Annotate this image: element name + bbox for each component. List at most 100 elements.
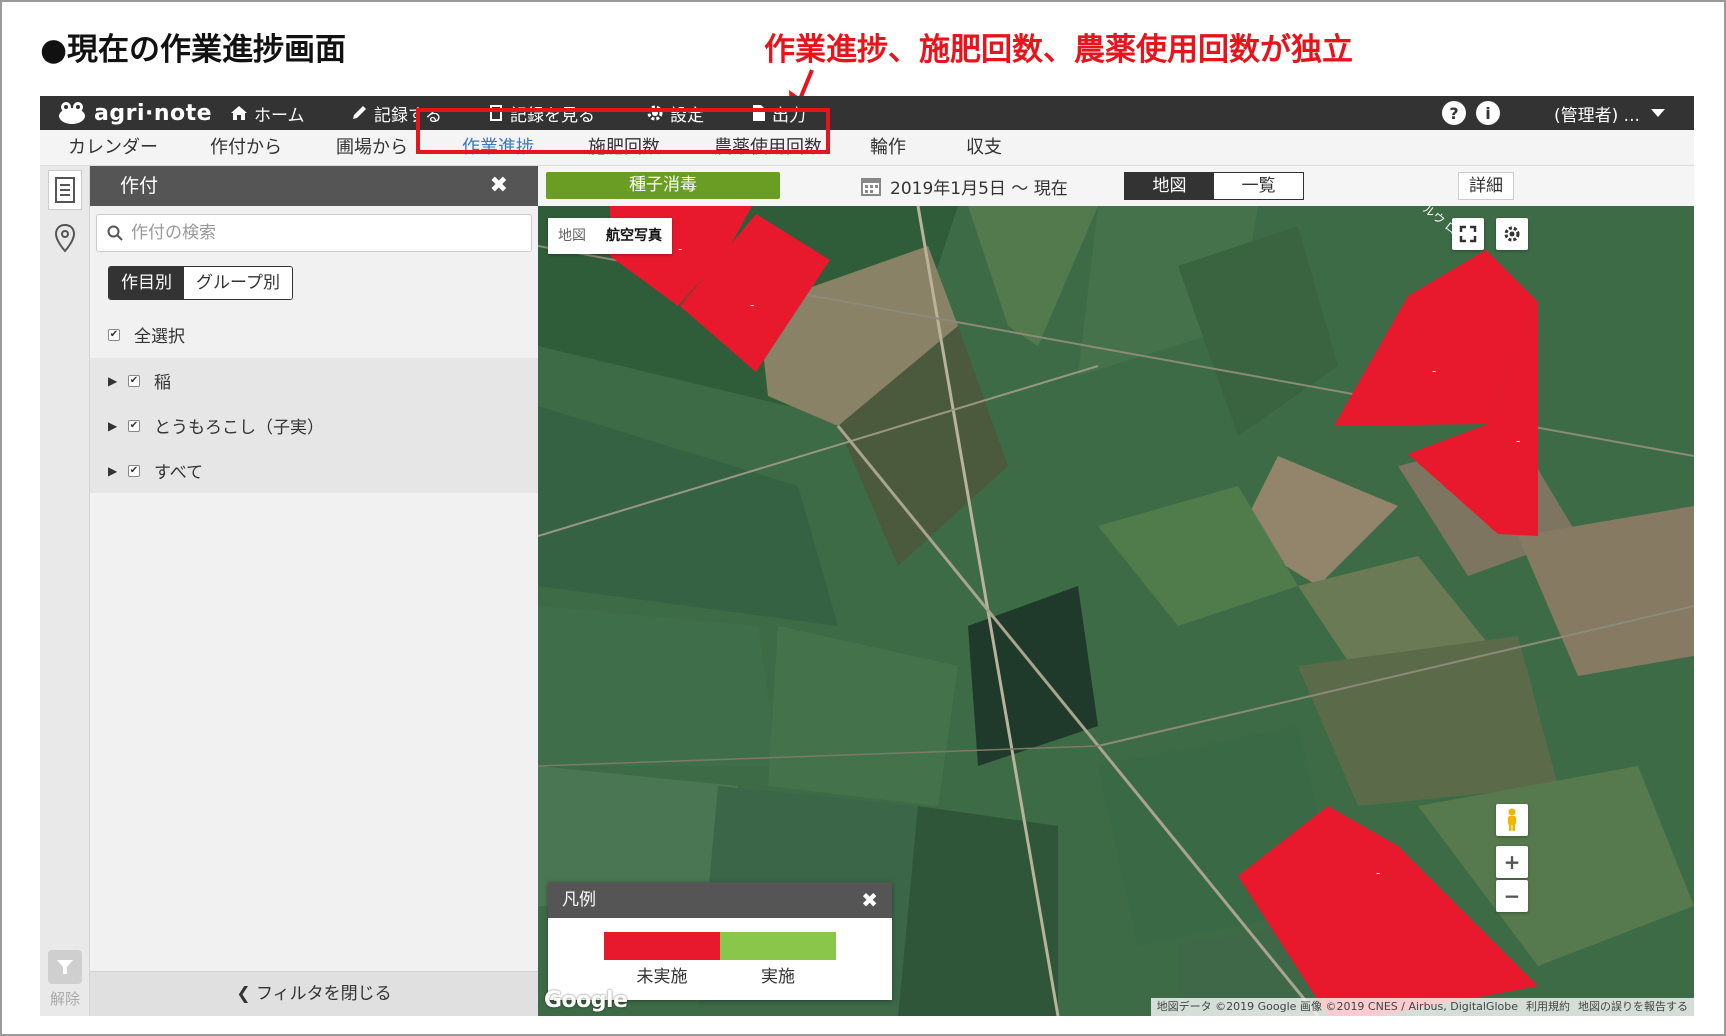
location-button[interactable]	[48, 218, 82, 258]
field-marker: -	[1432, 364, 1437, 378]
filter-release-label: 解除	[49, 990, 80, 1008]
help-icons: ? i	[1442, 101, 1500, 125]
google-logo: Google	[544, 988, 628, 1013]
logo[interactable]: agri·note	[58, 98, 212, 128]
crop-search-input[interactable]	[131, 223, 511, 243]
tab-balance[interactable]: 収支	[966, 130, 1002, 166]
legend-box: 凡例 ✖ 未実施 実施	[548, 882, 892, 1000]
tab-calendar[interactable]: カレンダー	[68, 130, 158, 166]
fullscreen-button[interactable]	[1452, 218, 1484, 250]
expand-arrow-icon[interactable]: ▶	[108, 374, 120, 388]
select-all-row[interactable]: ✔ 全選択	[90, 312, 538, 357]
field-marker: -	[678, 242, 683, 256]
slide-title: ●現在の作業進捗画面	[40, 32, 347, 68]
callout-highlight-box	[416, 108, 830, 154]
group-mode-toggle: 作目別 グループ別	[108, 266, 293, 300]
funnel-icon-box	[48, 950, 82, 984]
panel-title: 作付	[120, 175, 159, 197]
legend-swatch-not-done	[604, 932, 720, 960]
tree-item-label: とうもろこし（子実）	[154, 418, 324, 438]
panel-header: 作付 ✖	[90, 166, 538, 206]
gear-icon	[1504, 226, 1520, 242]
report-error-link[interactable]: 地図の誤りを報告する	[1578, 998, 1688, 1016]
close-filter-label: フィルタを閉じる	[255, 984, 392, 1004]
select-all-checkbox[interactable]: ✔	[108, 328, 120, 341]
calendar-icon	[861, 178, 881, 196]
legend-close-icon[interactable]: ✖	[861, 882, 878, 918]
zoom-in-button[interactable]: +	[1496, 846, 1528, 878]
chevron-left-icon: ❮	[236, 984, 256, 1004]
tree-item-checkbox[interactable]: ✔	[128, 419, 140, 432]
tree-item-checkbox[interactable]: ✔	[128, 464, 140, 477]
map-view-button[interactable]: 地図	[1125, 173, 1214, 199]
search-icon	[107, 225, 123, 241]
expand-arrow-icon[interactable]: ▶	[108, 419, 120, 433]
date-range[interactable]: 2019年1月5日 ～ 現在	[860, 166, 1068, 206]
map-toolbar: 種子消毒 2019年1月5日 ～ 現在 地図 一覧 詳細	[538, 166, 1694, 206]
legend-title: 凡例	[562, 890, 596, 910]
zoom-out-button[interactable]: −	[1496, 880, 1528, 912]
crop-search	[96, 214, 532, 252]
help-icon[interactable]: ?	[1442, 101, 1466, 125]
fullscreen-icon	[1459, 225, 1477, 243]
task-label[interactable]: 種子消毒	[546, 172, 780, 199]
map-attribution: 地図データ ©2019 Google 画像 ©2019 CNES / Airbu…	[1150, 998, 1694, 1016]
by-group-button[interactable]: グループ別	[184, 267, 292, 299]
detail-button[interactable]: 詳細	[1458, 172, 1514, 200]
caret-down-icon	[1650, 109, 1665, 117]
top-navbar: agri·note ホーム 記録する 記録を見る 設定 出力 ? i (管理者)…	[40, 96, 1694, 130]
attribution-data: 地図データ ©2019 Google 画像 ©2019 CNES / Airbu…	[1156, 1000, 1518, 1013]
tree-item-label: 稲	[154, 373, 171, 393]
street-view-button[interactable]	[1496, 804, 1528, 836]
frog-logo-icon	[59, 102, 85, 124]
by-crop-button[interactable]: 作目別	[109, 267, 184, 299]
map-pin-icon	[54, 223, 76, 253]
callout-text: 作業進捗、施肥回数、農薬使用回数が独立	[764, 32, 1353, 68]
pegman-icon	[1508, 808, 1516, 831]
pencil-icon	[353, 106, 366, 119]
list-icon	[55, 177, 75, 203]
terms-link[interactable]: 利用規約	[1526, 998, 1570, 1016]
logo-text: agri·note	[94, 100, 213, 126]
select-all-label: 全選択	[134, 327, 185, 347]
legend-swatch-done	[720, 932, 836, 960]
list-view-tab[interactable]: 一覧	[1214, 173, 1303, 199]
field-marker: -	[1516, 434, 1521, 448]
filter-release-button[interactable]: 解除	[46, 950, 84, 1009]
tab-by-crop[interactable]: 作付から	[210, 130, 282, 166]
close-filter-button[interactable]: ❮ フィルタを閉じる	[90, 971, 538, 1016]
panel-close-icon[interactable]: ✖	[490, 166, 508, 206]
tree-item[interactable]: ▶ ✔ とうもろこし（子実）	[90, 403, 538, 448]
tree-item[interactable]: ▶ ✔ 稲	[90, 358, 538, 403]
date-range-label: 2019年1月5日 ～ 現在	[890, 178, 1068, 199]
list-view-button[interactable]	[48, 170, 82, 210]
map-settings-button[interactable]	[1496, 218, 1528, 250]
user-name: (管理者) ...	[1554, 105, 1640, 126]
icon-rail: 解除	[40, 166, 90, 1016]
map-area[interactable]: - - - - - ルウ ロード 地図 航空写真 + − 凡例 ✖ 未実施 実施…	[538, 206, 1694, 1016]
map-type-switch: 地図 航空写真	[548, 218, 672, 254]
tree-item-checkbox[interactable]: ✔	[128, 374, 140, 387]
app-window: agri·note ホーム 記録する 記録を見る 設定 出力 ? i (管理者)…	[40, 96, 1694, 1016]
view-toggle: 地図 一覧	[1124, 172, 1304, 200]
map-type-satellite[interactable]: 航空写真	[596, 218, 672, 254]
tree-item-label: すべて	[154, 463, 204, 483]
expand-arrow-icon[interactable]: ▶	[108, 464, 120, 478]
info-icon[interactable]: i	[1476, 101, 1500, 125]
map-type-roadmap[interactable]: 地図	[548, 218, 596, 254]
tab-by-field[interactable]: 圃場から	[336, 130, 408, 166]
nav-home[interactable]: ホーム	[230, 96, 305, 130]
filter-panel: 作付 ✖ 作目別 グループ別 ✔ 全選択 ▶ ✔ 稲 ▶ ✔ とうもろこし（子実…	[90, 166, 538, 1016]
field-marker: -	[1376, 866, 1381, 880]
nav-home-label: ホーム	[254, 105, 305, 126]
tab-crop-rotation[interactable]: 輪作	[870, 130, 906, 166]
funnel-icon	[57, 960, 73, 974]
legend-header: 凡例 ✖	[548, 882, 892, 918]
legend-label-done: 実施	[761, 967, 795, 987]
tree-item[interactable]: ▶ ✔ すべて	[90, 448, 538, 493]
user-menu[interactable]: (管理者) ...	[1554, 96, 1666, 130]
sub-navbar: カレンダー 作付から 圃場から 作業進捗 施肥回数 農薬使用回数 輪作 収支	[40, 130, 1694, 166]
home-icon	[231, 106, 247, 120]
legend-label-not-done: 未実施	[636, 967, 688, 987]
field-marker: -	[750, 298, 755, 312]
